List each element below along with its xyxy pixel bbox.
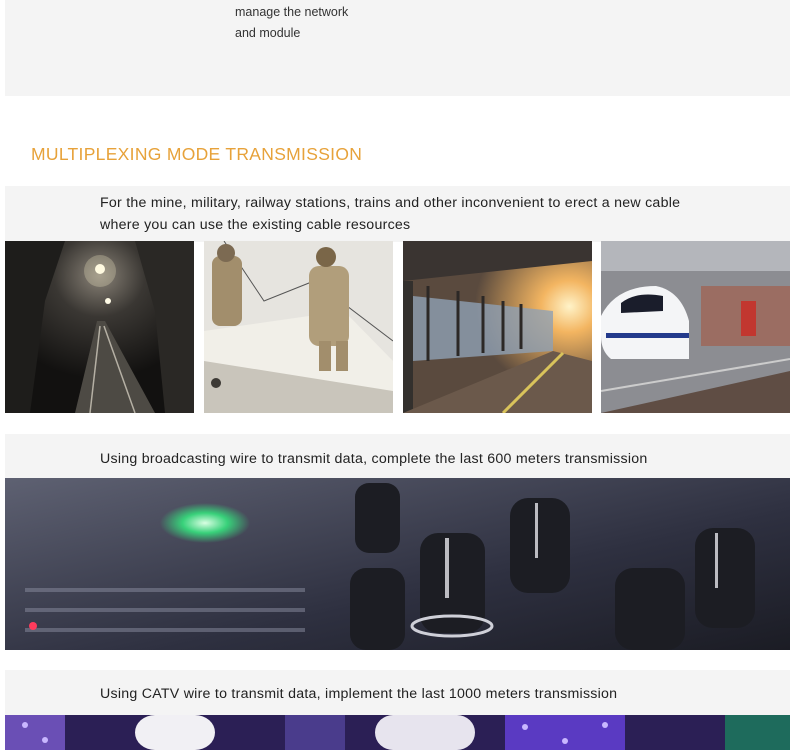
intro-text: manage the network and module — [235, 2, 348, 44]
military-soldiers-photo — [204, 241, 393, 413]
mixing-console-photo — [5, 478, 790, 650]
intro-line-1: manage the network — [235, 5, 349, 19]
caption-mine-line-2: where you can use the existing cable res… — [100, 217, 411, 233]
section-title: MULTIPLEXING MODE TRANSMISSION — [31, 144, 363, 164]
intro-panel — [5, 0, 790, 96]
caption-catv: Using CATV wire to transmit data, implem… — [100, 686, 618, 702]
stage-lights-photo — [5, 715, 790, 750]
train-photo — [601, 241, 790, 413]
railway-station-photo — [403, 241, 592, 413]
mine-tunnel-photo — [5, 241, 194, 413]
caption-mine: For the mine, military, railway stations… — [100, 192, 680, 236]
caption-mine-line-1: For the mine, military, railway stations… — [100, 195, 681, 211]
caption-broadcast: Using broadcasting wire to transmit data… — [100, 451, 648, 467]
intro-line-2: and module — [235, 26, 301, 40]
